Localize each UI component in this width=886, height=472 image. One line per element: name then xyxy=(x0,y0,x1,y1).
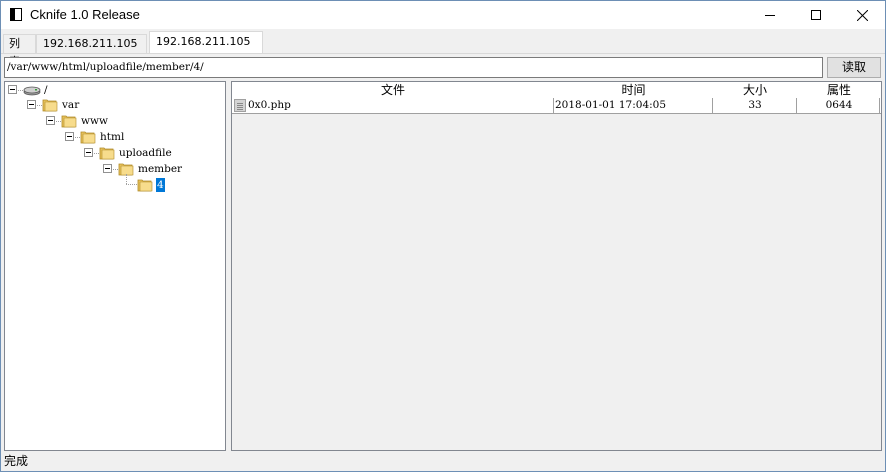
tree-node-root[interactable]: / xyxy=(43,83,49,97)
minimize-icon xyxy=(765,14,775,16)
tree-line xyxy=(126,184,137,185)
table-row[interactable]: 0x0.php 2018-01-01 17:04:05 33 0644 xyxy=(232,98,881,113)
close-button[interactable] xyxy=(839,1,885,29)
file-permission: 0644 xyxy=(825,99,853,111)
window-title: Cknife 1.0 Release xyxy=(30,7,140,22)
maximize-button[interactable] xyxy=(793,1,839,29)
collapse-toggle-icon[interactable] xyxy=(46,116,55,125)
file-name: 0x0.php xyxy=(248,99,291,111)
column-header-time[interactable]: 时间 xyxy=(554,82,713,98)
column-header-size[interactable]: 大小 xyxy=(713,82,797,98)
collapse-toggle-icon[interactable] xyxy=(84,148,93,157)
column-divider[interactable] xyxy=(553,98,554,113)
folder-icon xyxy=(137,179,153,192)
folder-icon xyxy=(61,115,77,128)
column-header-attr[interactable]: 属性 xyxy=(797,82,881,98)
maximize-icon xyxy=(811,10,821,20)
read-button[interactable]: 读取 xyxy=(827,57,881,78)
collapse-toggle-icon[interactable] xyxy=(65,132,74,141)
path-input[interactable]: /var/www/html/uploadfile/member/4/ xyxy=(4,57,823,78)
column-header-file[interactable]: 文件 xyxy=(232,82,554,98)
tree-node-www[interactable]: www xyxy=(80,114,109,128)
column-divider[interactable] xyxy=(879,98,880,113)
folder-icon xyxy=(99,147,115,160)
tree-node-uploadfile[interactable]: uploadfile xyxy=(118,146,173,160)
folder-icon xyxy=(80,131,96,144)
tab-divider xyxy=(1,53,885,54)
minimize-button[interactable] xyxy=(747,1,793,29)
tab-list[interactable]: 列表 xyxy=(3,34,36,68)
directory-tree[interactable]: / var www html uploadfile member 4 xyxy=(4,81,226,451)
tree-node-var[interactable]: var xyxy=(61,98,80,112)
status-bar: 完成 xyxy=(1,453,885,471)
collapse-toggle-icon[interactable] xyxy=(103,164,112,173)
tree-line xyxy=(126,174,127,184)
file-list[interactable]: 文件 时间 大小 属性 0x0.php 2018-01-01 17:04:05 … xyxy=(231,81,882,451)
file-icon xyxy=(234,99,246,112)
tab-host-2-active[interactable]: 192.168.211.105 xyxy=(149,31,263,53)
app-window: Cknife 1.0 Release 列表 192.168.211.105 19… xyxy=(0,0,886,472)
app-window-icon xyxy=(10,8,22,21)
column-divider[interactable] xyxy=(712,98,713,113)
folder-icon xyxy=(42,99,58,112)
drive-icon xyxy=(23,86,41,96)
tab-bar: 列表 192.168.211.105 192.168.211.105 xyxy=(1,29,885,68)
tree-node-html[interactable]: html xyxy=(99,130,125,144)
collapse-toggle-icon[interactable] xyxy=(8,85,17,94)
file-time: 2018-01-01 17:04:05 xyxy=(555,99,667,111)
file-size: 33 xyxy=(748,99,762,111)
column-divider[interactable] xyxy=(796,98,797,113)
row-divider xyxy=(232,113,881,114)
close-icon xyxy=(856,9,868,21)
tab-host-1[interactable]: 192.168.211.105 xyxy=(36,34,147,53)
tree-node-member[interactable]: member xyxy=(137,162,183,176)
status-text: 完成 xyxy=(4,454,29,468)
title-bar[interactable]: Cknife 1.0 Release xyxy=(1,1,885,29)
tree-node-4-selected[interactable]: 4 xyxy=(156,178,165,192)
collapse-toggle-icon[interactable] xyxy=(27,100,36,109)
